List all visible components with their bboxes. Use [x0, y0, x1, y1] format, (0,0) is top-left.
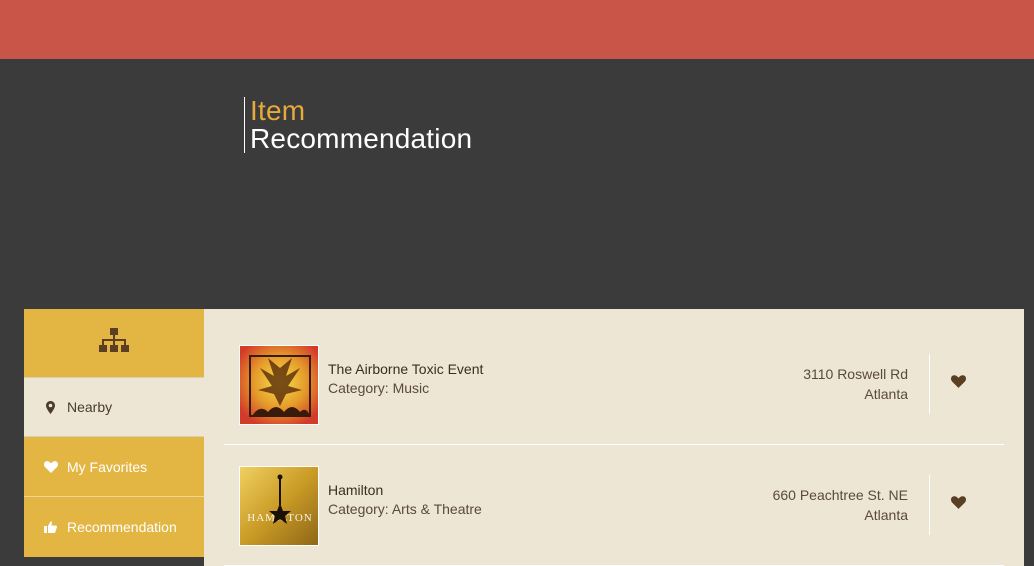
recommendation-list-panel: The Airborne Toxic Event Category: Music… [204, 309, 1024, 566]
item-name[interactable]: The Airborne Toxic Event [328, 361, 483, 377]
sidebar-item-nearby[interactable]: Nearby [24, 377, 204, 437]
favorite-button[interactable] [948, 374, 968, 394]
sidebar-item-my-favorites[interactable]: My Favorites [24, 437, 204, 497]
address-street: 660 Peachtree St. NE [772, 487, 908, 503]
sidebar-header [24, 309, 204, 377]
item-category: Category: Arts & Theatre [328, 501, 482, 517]
item-list: The Airborne Toxic Event Category: Music… [224, 324, 1004, 566]
item-name[interactable]: Hamilton [328, 482, 383, 498]
divider [929, 475, 930, 535]
address-city: Atlanta [864, 507, 908, 523]
sidebar-item-recommendation[interactable]: Recommendation [24, 497, 204, 557]
page-title: Item Recommendation [244, 97, 472, 153]
page-title-accent: Item [250, 95, 306, 126]
page-title-main: Recommendation [250, 123, 473, 154]
heart-icon [950, 375, 966, 393]
item-thumbnail[interactable] [239, 345, 319, 425]
list-item: HAMILTON Hamilton Category: Arts & Theat… [224, 445, 1004, 566]
item-thumbnail[interactable]: HAMILTON [239, 466, 319, 546]
list-item: The Airborne Toxic Event Category: Music… [224, 324, 1004, 445]
sitemap-icon [99, 327, 129, 359]
sidebar-item-label: Recommendation [67, 519, 177, 535]
top-bar [0, 0, 1034, 59]
sidebar-item-label: Nearby [67, 399, 113, 415]
sidebar-item-label: My Favorites [67, 458, 148, 475]
sidebar: Nearby My Favorites Recommendation [24, 309, 204, 566]
item-category: Category: Music [328, 380, 430, 396]
heart-icon [42, 460, 59, 473]
hero-banner [0, 59, 1034, 309]
map-marker-icon [42, 400, 59, 414]
address-city: Atlanta [864, 386, 908, 402]
favorite-button[interactable] [948, 495, 968, 515]
thumbs-up-icon [42, 521, 59, 533]
heart-icon [950, 496, 966, 514]
item-address: 3110 Roswell Rd Atlanta [803, 364, 908, 404]
divider [929, 354, 930, 414]
address-street: 3110 Roswell Rd [803, 366, 908, 382]
item-address: 660 Peachtree St. NE Atlanta [773, 485, 908, 525]
